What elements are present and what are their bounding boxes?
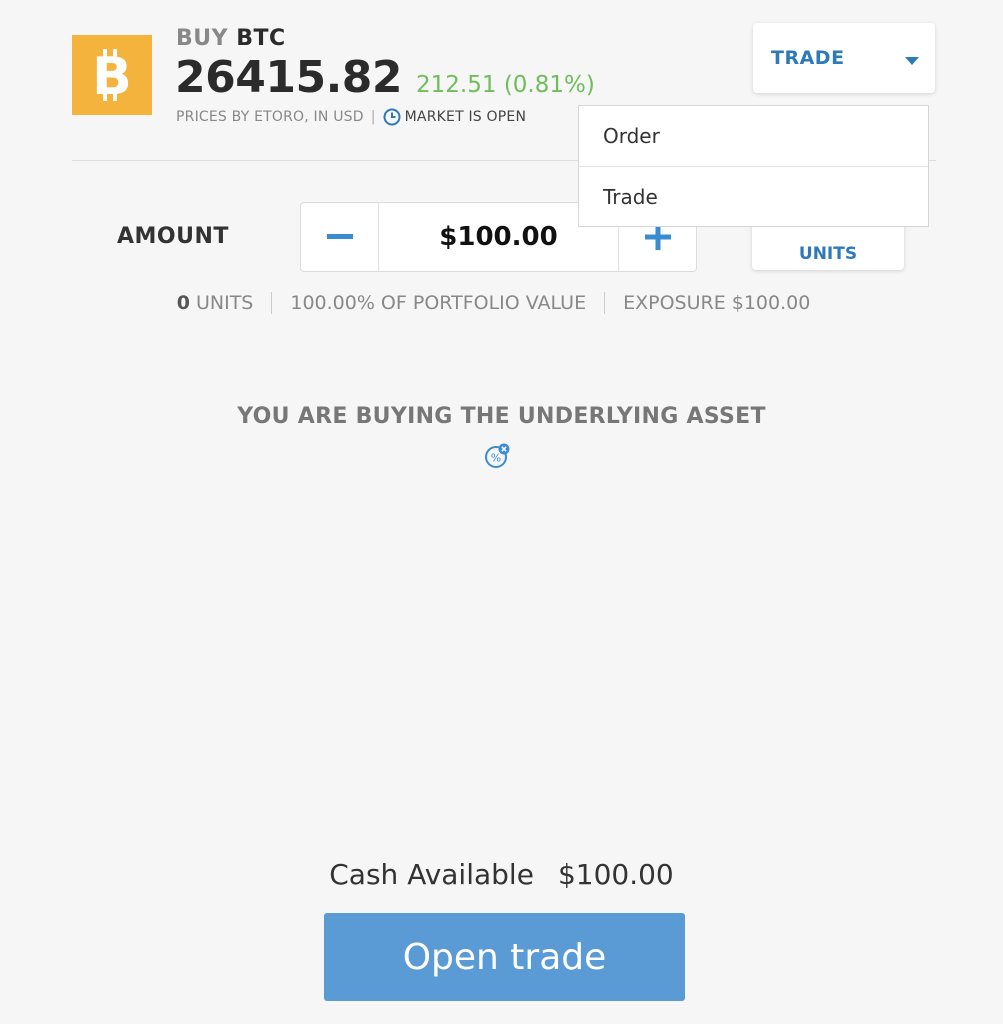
trade-type-label: TRADE xyxy=(771,47,845,69)
cash-available: Cash Available $100.00 xyxy=(0,858,1003,891)
separator: | xyxy=(370,109,376,125)
current-price: 26415.82 xyxy=(175,52,403,103)
units-info-label: UNITS xyxy=(195,292,254,314)
bitcoin-icon: B xyxy=(92,47,132,103)
action-label: BUY xyxy=(176,26,229,51)
exposure-info: EXPOSURE $100.00 xyxy=(604,292,828,314)
trade-panel: B BUY BTC 26415.82 212.51 (0.81%) PRICES… xyxy=(0,0,1003,1024)
units-count: 0 xyxy=(176,292,190,314)
symbol-label: BTC xyxy=(236,26,286,51)
decrease-amount-button[interactable] xyxy=(301,203,379,271)
trade-type-menu: Order Trade xyxy=(578,105,929,227)
units-toggle-label: UNITS xyxy=(798,244,858,264)
trade-type-dropdown[interactable]: TRADE xyxy=(753,23,935,93)
bitcoin-logo: B xyxy=(72,35,152,115)
units-info: 0 UNITS xyxy=(177,292,272,314)
menu-item-trade[interactable]: Trade xyxy=(579,166,928,226)
price-source: PRICES BY ETORO, IN USD xyxy=(176,109,364,125)
cash-label: Cash Available xyxy=(329,858,534,891)
plus-icon xyxy=(644,224,671,250)
market-status: MARKET IS OPEN xyxy=(404,109,527,125)
price-source-row: PRICES BY ETORO, IN USD | MARKET IS OPEN xyxy=(176,108,526,126)
portfolio-info: 100.00% OF PORTFOLIO VALUE xyxy=(271,292,604,314)
units-toggle-button[interactable]: UNITS xyxy=(752,222,904,270)
amount-info-row: 0 UNITS 100.00% OF PORTFOLIO VALUE EXPOS… xyxy=(0,292,1003,314)
minus-icon xyxy=(326,234,353,239)
cash-value: $100.00 xyxy=(557,858,674,891)
clock-icon xyxy=(383,108,401,126)
amount-label: AMOUNT xyxy=(117,224,229,249)
svg-text:%: % xyxy=(491,452,501,465)
price-row: 26415.82 212.51 (0.81%) xyxy=(175,52,595,103)
instrument-title: BUY BTC xyxy=(176,26,286,51)
price-change: 212.51 (0.81%) xyxy=(416,72,595,98)
svg-text:B: B xyxy=(92,47,132,103)
menu-item-order[interactable]: Order xyxy=(579,106,928,166)
no-leverage-icon: % xyxy=(485,443,510,468)
caret-down-icon xyxy=(905,57,919,65)
underlying-asset-notice: YOU ARE BUYING THE UNDERLYING ASSET xyxy=(237,404,766,429)
open-trade-button[interactable]: Open trade xyxy=(324,913,685,1001)
